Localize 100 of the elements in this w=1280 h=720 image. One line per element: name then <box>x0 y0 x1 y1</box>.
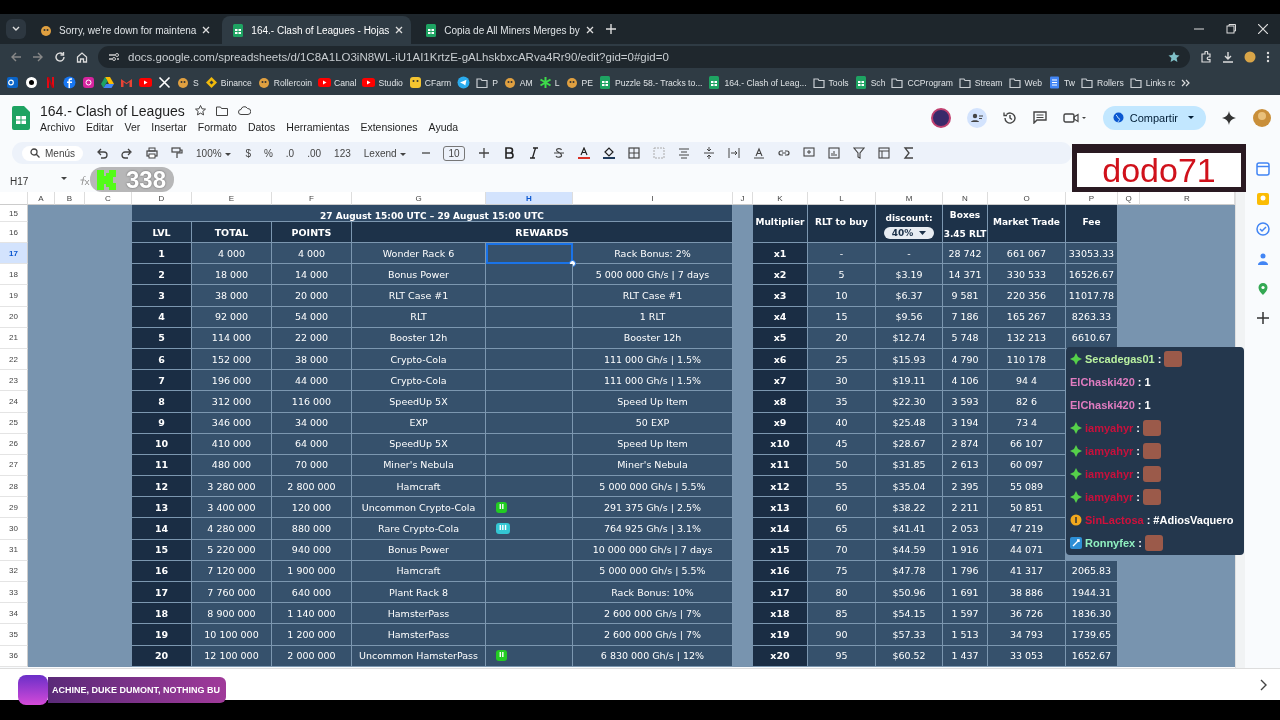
row-header[interactable]: 19 <box>0 285 28 307</box>
x-logo-icon[interactable] <box>158 76 171 89</box>
row-header[interactable]: 27 <box>0 454 28 477</box>
row-header[interactable]: 21 <box>0 327 28 349</box>
row-header[interactable]: 18 <box>0 264 28 286</box>
number-format-button[interactable]: 123 <box>334 147 351 159</box>
table-views-icon[interactable] <box>877 147 890 159</box>
restore-icon[interactable] <box>1226 24 1236 34</box>
merge-cells-icon[interactable] <box>652 147 665 159</box>
bookmark[interactable]: Rollers <box>1081 76 1124 89</box>
row-header[interactable]: 16 <box>0 222 28 243</box>
bookmark[interactable]: Binance <box>204 76 252 89</box>
bookmark[interactable]: Canal <box>318 76 357 89</box>
zoom-dropdown[interactable]: 100% <box>196 147 233 159</box>
font-size-field[interactable]: 10 <box>443 145 465 161</box>
row-header[interactable]: 33 <box>0 582 28 604</box>
undo-icon[interactable] <box>96 147 108 159</box>
envelope-icon[interactable] <box>120 76 133 89</box>
redo-icon[interactable] <box>121 147 133 159</box>
bookmark[interactable]: Rollercoin <box>257 76 312 89</box>
user-avatar[interactable] <box>930 107 951 128</box>
play-logo-icon[interactable] <box>139 76 152 89</box>
forward-arrow-icon[interactable] <box>32 51 44 63</box>
paper-plane-icon[interactable] <box>457 76 471 89</box>
chevron-right-icon[interactable] <box>1260 678 1268 691</box>
bookmark[interactable]: Links rc <box>1129 76 1176 89</box>
bookmark[interactable]: AM <box>503 76 533 89</box>
collaborators-icon[interactable] <box>966 107 987 128</box>
folder-icon[interactable] <box>215 105 228 116</box>
bookmark[interactable]: S <box>177 76 199 89</box>
close-icon[interactable] <box>202 26 211 34</box>
filter-icon[interactable] <box>852 147 865 159</box>
extensions-icon[interactable] <box>1200 51 1212 63</box>
row-header[interactable]: 35 <box>0 624 28 646</box>
row-header[interactable]: 20 <box>0 306 28 328</box>
column-header[interactable]: K <box>753 192 808 205</box>
row-header[interactable]: 15 <box>0 205 28 222</box>
close-icon[interactable] <box>1258 24 1268 34</box>
text-rotation-icon[interactable] <box>752 147 765 159</box>
row-header[interactable]: 26 <box>0 433 28 455</box>
percent-button[interactable]: % <box>263 147 273 159</box>
column-header[interactable]: M <box>876 192 943 205</box>
column-header[interactable]: F <box>272 192 352 205</box>
bookmark[interactable]: Web <box>1008 76 1043 89</box>
link-icon[interactable] <box>777 147 790 159</box>
close-icon[interactable] <box>395 26 404 34</box>
bookmark[interactable]: 164.- Clash of Leag... <box>708 76 807 89</box>
bookmark[interactable]: Tw <box>1048 76 1076 89</box>
row-header[interactable]: 29 <box>0 497 28 519</box>
menu-item[interactable]: Extensiones <box>360 120 418 133</box>
chart-icon[interactable] <box>827 147 840 159</box>
menu-item[interactable]: Formato <box>197 120 237 133</box>
column-header[interactable]: G <box>352 192 486 205</box>
bookmark[interactable]: P <box>476 76 498 89</box>
column-header[interactable]: A <box>28 192 55 205</box>
bookmark[interactable]: Stream <box>958 76 1003 89</box>
menu-item[interactable]: Insertar <box>151 120 187 133</box>
row-header[interactable]: 28 <box>0 476 28 498</box>
comment-icon[interactable] <box>1032 111 1047 124</box>
column-header[interactable]: O <box>988 192 1066 205</box>
bookmark[interactable]: Tools <box>812 76 849 89</box>
strikethrough-icon[interactable] <box>552 147 565 159</box>
borders-icon[interactable] <box>627 147 640 159</box>
bookmark[interactable]: Sch <box>854 76 886 89</box>
history-icon[interactable] <box>1002 110 1017 125</box>
account-avatar-icon[interactable] <box>1252 107 1272 128</box>
contact-person-icon[interactable] <box>1255 252 1270 266</box>
paint-format-icon[interactable] <box>171 147 183 159</box>
bookmark[interactable]: CFarm <box>408 76 452 89</box>
row-header[interactable]: 17 <box>0 243 28 265</box>
increase-decimals-button[interactable]: .00 <box>307 147 322 159</box>
bookmark[interactable]: Studio <box>362 76 403 89</box>
n-logo-icon[interactable] <box>44 76 57 89</box>
menu-item[interactable]: Datos <box>247 120 276 133</box>
menu-item[interactable]: Ver <box>124 120 141 133</box>
f-logo-icon[interactable] <box>63 76 76 89</box>
menu-item[interactable]: Editar <box>86 120 114 133</box>
row-header[interactable]: 30 <box>0 518 28 540</box>
menu-item[interactable]: Herramientas <box>286 120 350 133</box>
font-dropdown[interactable]: Lexend <box>363 147 408 159</box>
circle-logo-icon[interactable] <box>25 76 38 89</box>
fill-color-icon[interactable] <box>602 147 615 159</box>
chevron-double-icon[interactable] <box>1181 78 1192 87</box>
decrease-decimals-button[interactable]: .0 <box>285 147 295 159</box>
close-icon[interactable] <box>585 26 594 34</box>
star-icon[interactable] <box>194 105 206 116</box>
home-icon[interactable] <box>76 51 88 63</box>
row-header[interactable]: 23 <box>0 370 28 392</box>
row-header[interactable]: 25 <box>0 412 28 434</box>
plus-icon[interactable] <box>1256 312 1269 324</box>
share-button[interactable]: Compartir <box>1102 105 1206 130</box>
more-menu-icon[interactable] <box>1266 51 1270 63</box>
bookmark-star-icon[interactable] <box>1168 51 1180 63</box>
search-menus-field[interactable]: Menús <box>22 145 83 161</box>
mail-app-icon[interactable] <box>6 76 19 89</box>
task-check-icon[interactable] <box>1255 222 1270 236</box>
bookmark[interactable]: L <box>538 76 560 89</box>
row-header[interactable]: 36 <box>0 645 28 667</box>
column-header[interactable]: P <box>1066 192 1118 205</box>
profile-avatar-icon[interactable] <box>1244 51 1256 63</box>
